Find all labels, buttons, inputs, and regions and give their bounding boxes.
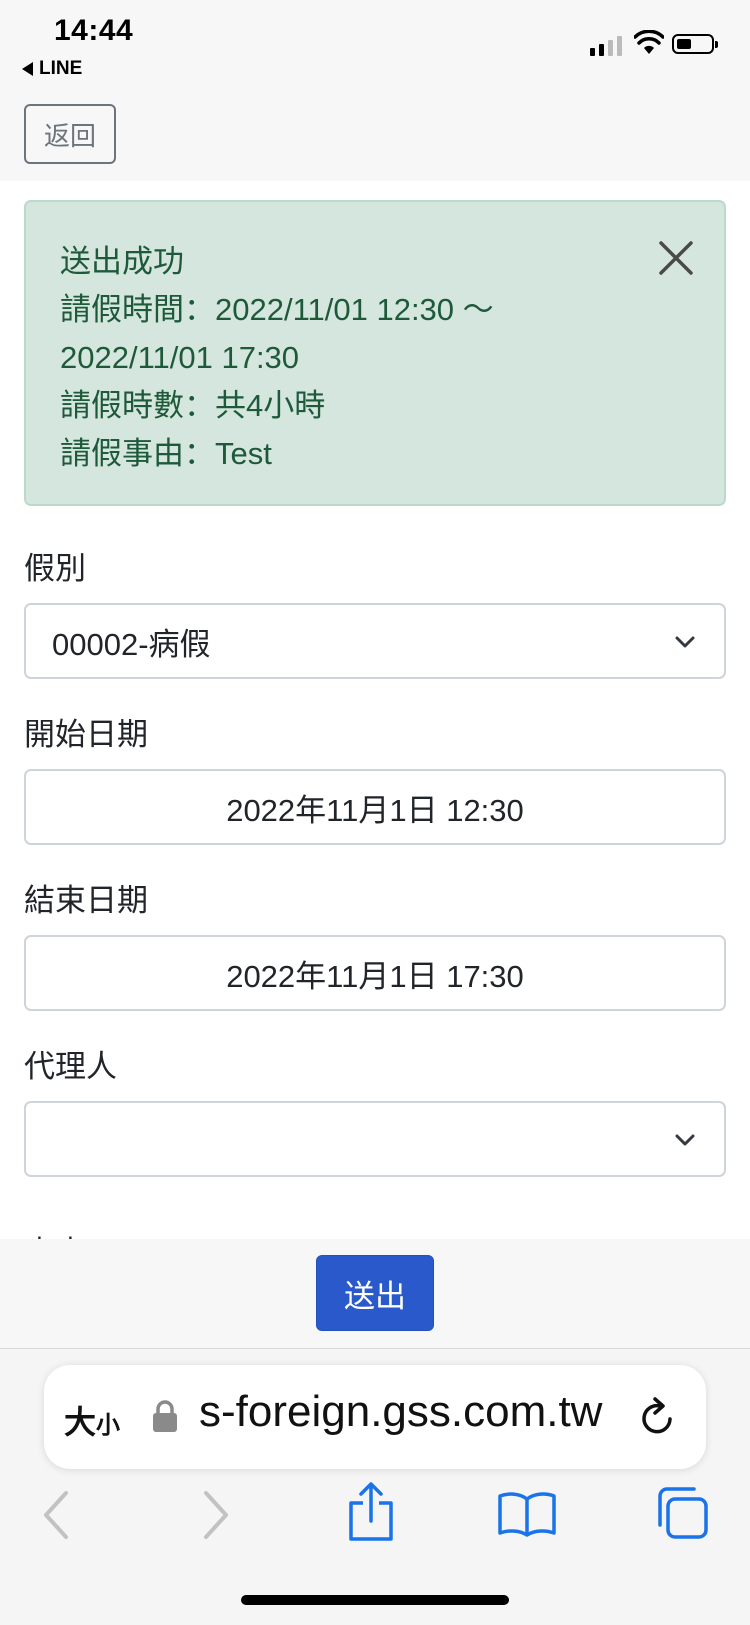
home-indicator [241,1595,509,1605]
url-text: s-foreign.gss.com.tw [199,1387,603,1436]
leave-type-label: 假別 [24,551,86,586]
text-size-button[interactable]: 大小 [64,1397,120,1443]
leave-type-value: 00002-病假 [52,626,211,662]
start-date-input[interactable]: 2022年11月1日 12:30 [24,769,726,845]
close-icon[interactable] [658,240,694,276]
reason-label: 事由 [24,1227,86,1239]
agent-label: 代理人 [24,1049,117,1084]
start-date-value: 2022年11月1日 12:30 [226,792,524,828]
chevron-down-icon [675,636,695,648]
bookmarks-icon[interactable] [496,1489,558,1539]
browser-toolbar: 大小 s-foreign.gss.com.tw [0,1348,750,1625]
leave-form-content: 送出成功 請假時間：2022/11/01 12:30 ～ 2022/11/01 … [0,181,750,1239]
end-date-input[interactable]: 2022年11月1日 17:30 [24,935,726,1011]
end-date-label: 結束日期 [24,883,148,918]
chevron-down-icon [675,1134,695,1146]
alert-title: 送出成功 [60,244,184,279]
back-to-app-link[interactable]: LINE [22,58,82,80]
share-icon[interactable] [345,1481,397,1543]
wifi-icon [634,30,664,54]
browser-forward-icon[interactable] [200,1489,232,1541]
address-bar[interactable]: 大小 s-foreign.gss.com.tw [44,1365,706,1469]
success-alert: 送出成功 請假時間：2022/11/01 12:30 ～ 2022/11/01 … [24,200,726,506]
back-triangle-icon [22,62,33,76]
start-date-label: 開始日期 [24,717,148,752]
alert-leave-time: 請假時間：2022/11/01 12:30 ～ [60,292,494,327]
alert-leave-hours: 請假時數：共4小時 [60,388,326,423]
cellular-signal-icon [590,34,622,56]
back-app-label: LINE [39,58,83,79]
submit-button[interactable]: 送出 [316,1255,434,1331]
battery-icon [672,34,718,54]
reload-icon[interactable] [636,1395,678,1439]
bottom-action-bar: 送出 [0,1239,750,1349]
agent-select[interactable] [24,1101,726,1177]
back-button[interactable]: 返回 [24,104,116,164]
alert-leave-time-end: 2022/11/01 17:30 [60,340,300,375]
leave-type-select[interactable]: 00002-病假 [24,603,726,679]
status-time: 14:44 [54,14,134,47]
tabs-icon[interactable] [654,1485,710,1541]
alert-leave-reason: 請假事由：Test [60,436,272,471]
lock-icon [153,1400,177,1432]
end-date-value: 2022年11月1日 17:30 [226,958,524,994]
browser-back-icon[interactable] [40,1489,72,1541]
